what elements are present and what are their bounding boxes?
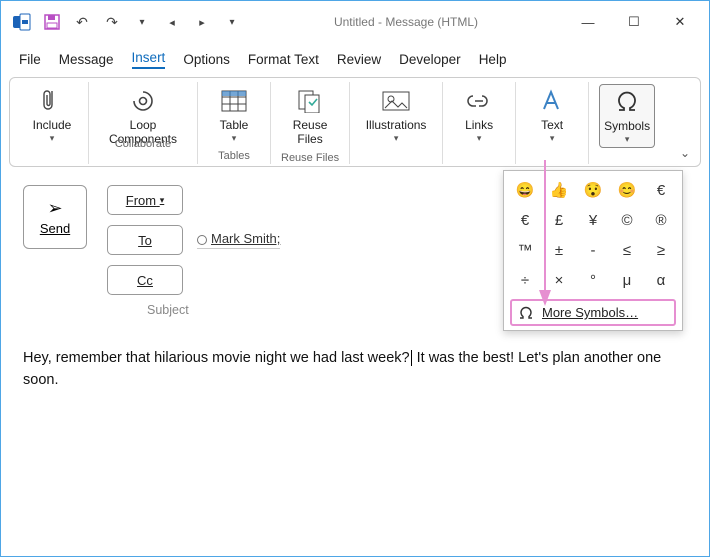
menu-options[interactable]: Options <box>183 52 230 67</box>
symbol-grid: 😄 👍 😯 😊 € € £ ¥ © ® ™ ± - ≤ ≥ ÷ × ° μ α <box>510 177 676 293</box>
omega-icon <box>614 87 640 117</box>
send-icon: ➢ <box>47 198 62 219</box>
symbol-cell[interactable]: α <box>646 267 676 293</box>
close-button[interactable]: ✕ <box>657 7 703 37</box>
table-button[interactable]: Table ▾ <box>208 84 260 146</box>
symbol-cell[interactable]: © <box>612 207 642 233</box>
attach-icon <box>42 86 62 116</box>
qa-prev-icon[interactable]: ◂ <box>157 7 187 37</box>
symbol-cell[interactable]: 😯 <box>578 177 608 203</box>
to-field[interactable]: Mark Smith; <box>197 231 280 249</box>
minimize-button[interactable]: — <box>565 7 611 37</box>
symbols-dropdown: 😄 👍 😯 😊 € € £ ¥ © ® ™ ± - ≤ ≥ ÷ × ° μ α … <box>503 170 683 331</box>
group-tables-label: Tables <box>218 150 250 162</box>
symbol-cell[interactable]: 😊 <box>612 177 642 203</box>
send-button[interactable]: ➢ Send <box>23 185 87 249</box>
symbol-cell[interactable]: ≥ <box>646 237 676 263</box>
from-button[interactable]: From ▾ <box>107 185 183 215</box>
collapse-ribbon-icon[interactable]: ⌄ <box>680 146 690 160</box>
symbol-cell[interactable]: ≤ <box>612 237 642 263</box>
menu-file[interactable]: File <box>19 52 41 67</box>
menu-developer[interactable]: Developer <box>399 52 461 67</box>
window-title: Untitled - Message (HTML) <box>247 15 565 29</box>
title-bar: ↶ ↷ ▾ ◂ ▸ ▾ Untitled - Message (HTML) — … <box>1 1 709 43</box>
save-button[interactable] <box>37 7 67 37</box>
symbol-cell[interactable]: × <box>544 267 574 293</box>
menu-review[interactable]: Review <box>337 52 381 67</box>
symbol-cell[interactable]: ÷ <box>510 267 540 293</box>
qa-next-icon[interactable]: ▸ <box>187 7 217 37</box>
symbol-cell[interactable]: ± <box>544 237 574 263</box>
group-collaborate-label: Collaborate <box>115 138 171 150</box>
menu-insert[interactable]: Insert <box>132 50 166 69</box>
menu-format[interactable]: Format Text <box>248 52 319 67</box>
omega-icon <box>518 305 534 320</box>
more-symbols-button[interactable]: More Symbols… <box>510 299 676 326</box>
chevron-down-icon: ▾ <box>394 133 399 144</box>
maximize-button[interactable]: ☐ <box>611 7 657 37</box>
symbol-cell[interactable]: 😄 <box>510 177 540 203</box>
symbol-cell[interactable]: ® <box>646 207 676 233</box>
illustrations-button[interactable]: Illustrations ▾ <box>360 84 432 146</box>
group-reuse-label: Reuse Files <box>281 152 339 164</box>
cc-button[interactable]: Cc <box>107 265 183 295</box>
table-icon <box>221 86 247 116</box>
text-button[interactable]: Text ▾ <box>526 84 578 146</box>
loop-button[interactable]: Loop Components <box>99 84 187 134</box>
reuse-button[interactable]: Reuse Files <box>284 84 336 148</box>
chevron-down-icon: ▾ <box>477 133 482 144</box>
loop-icon <box>130 86 156 116</box>
reuse-files-icon <box>297 86 323 116</box>
app-icon <box>7 7 37 37</box>
qa-overflow-icon[interactable]: ▾ <box>217 7 247 37</box>
text-icon <box>541 86 563 116</box>
symbol-cell[interactable]: ° <box>578 267 608 293</box>
ribbon: Include ▾ Loop Components Collaborate Ta… <box>9 77 701 167</box>
menu-message[interactable]: Message <box>59 52 114 67</box>
symbol-cell[interactable]: μ <box>612 267 642 293</box>
menu-bar: File Message Insert Options Format Text … <box>1 43 709 75</box>
link-icon <box>465 86 493 116</box>
symbol-cell[interactable]: € <box>510 207 540 233</box>
redo-button[interactable]: ↷ <box>97 7 127 37</box>
symbol-cell[interactable]: - <box>578 237 608 263</box>
undo-button[interactable]: ↶ <box>67 7 97 37</box>
symbol-cell[interactable]: € <box>646 177 676 203</box>
chevron-down-icon: ▾ <box>625 134 630 145</box>
to-button[interactable]: To <box>107 225 183 255</box>
chevron-down-icon: ▾ <box>50 133 55 144</box>
symbol-cell[interactable]: 👍 <box>544 177 574 203</box>
symbol-cell[interactable]: £ <box>544 207 574 233</box>
qa-down-icon[interactable]: ▾ <box>127 7 157 37</box>
symbol-cell[interactable]: ¥ <box>578 207 608 233</box>
links-button[interactable]: Links ▾ <box>453 84 505 146</box>
chevron-down-icon: ▾ <box>232 133 237 144</box>
chevron-down-icon: ▾ <box>550 133 555 144</box>
include-button[interactable]: Include ▾ <box>26 84 78 146</box>
symbol-cell[interactable]: ™ <box>510 237 540 263</box>
menu-help[interactable]: Help <box>479 52 507 67</box>
symbols-button[interactable]: Symbols ▾ <box>599 84 655 148</box>
illustrations-icon <box>382 86 410 116</box>
